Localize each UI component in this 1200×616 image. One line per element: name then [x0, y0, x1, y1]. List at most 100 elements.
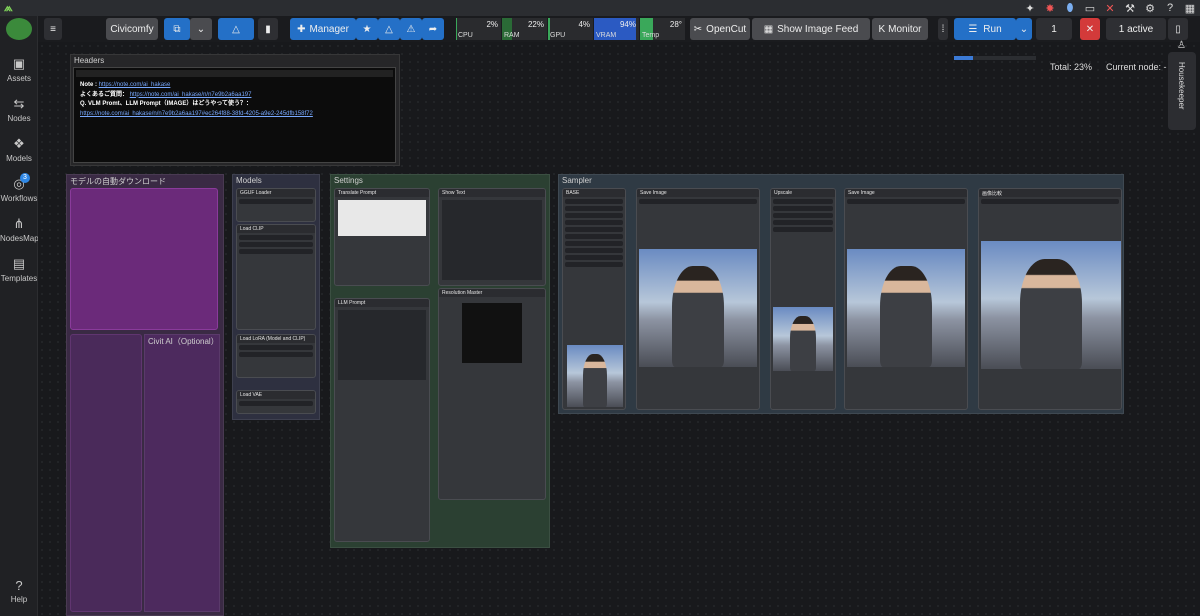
- queue-count-value: 1: [1051, 23, 1057, 35]
- base-preview-image: [567, 345, 623, 407]
- alert-icon[interactable]: ⚠: [400, 18, 422, 40]
- image-feed-icon: ▦: [763, 23, 774, 35]
- save-image-node-2[interactable]: Save Image: [844, 188, 968, 410]
- vram-label: VRAM: [596, 32, 617, 39]
- monitor-label: Monitor: [888, 23, 922, 35]
- opencut-button[interactable]: ✂ OpenCut: [690, 18, 750, 40]
- upscale-preview-image: [773, 307, 833, 371]
- group-civit-ai[interactable]: Civit AI（Optional）: [144, 334, 220, 612]
- star-icon[interactable]: ✸: [1044, 2, 1056, 15]
- queue-count-input[interactable]: 1: [1036, 18, 1072, 40]
- llm-prompt-node[interactable]: LLM Prompt: [334, 298, 430, 542]
- upscale-node[interactable]: Upscale: [770, 188, 836, 410]
- share-icon[interactable]: ➦: [422, 18, 444, 40]
- total-progress-text: Total: 23%: [1050, 62, 1093, 72]
- node-title: Upscale: [771, 189, 835, 197]
- app-logo-icon: ⩕: [4, 2, 13, 14]
- help-icon[interactable]: ?: [1164, 2, 1176, 15]
- help-circle-icon: ?: [15, 578, 23, 593]
- monitor-button[interactable]: K Monitor: [872, 18, 928, 40]
- vram-meter: 94% VRAM: [594, 18, 639, 40]
- sidebar-item-nodesmap[interactable]: ⋔ NodesMap: [0, 216, 39, 243]
- sidebar-item-models[interactable]: ❖ Models: [0, 136, 38, 163]
- cancel-run-button[interactable]: ✕: [1080, 18, 1100, 40]
- show-text-node[interactable]: Show Text: [438, 188, 546, 286]
- note-line: Note : https://note.com/ai_hakase: [80, 81, 389, 91]
- sparkle-icon[interactable]: ✦: [1024, 2, 1036, 15]
- load-clip-node[interactable]: Load CLIP: [236, 224, 316, 330]
- show-image-feed-button[interactable]: ▦ Show Image Feed: [752, 18, 870, 40]
- question-link[interactable]: https://note.com/ai_hakase/n/n7e9b2a6aa1…: [80, 111, 313, 117]
- question-label: Q. VLM Promt、LLM Prompt（IMAGE）はどうやって使う？：: [80, 101, 253, 108]
- translate-prompt-node[interactable]: Translate Prompt: [334, 188, 430, 286]
- comfy-logo-icon[interactable]: △: [218, 18, 254, 40]
- pyramid-icon[interactable]: △: [378, 18, 400, 40]
- map-icon: ⋔: [13, 216, 25, 231]
- wrench-icon[interactable]: ⚒: [1124, 2, 1136, 15]
- toolbar: ≡ Civicomfy ⧉ ⌄ △ ▮ ✚ Manager ★ △ ⚠ ➦ 2%…: [38, 16, 1200, 42]
- sidebar-item-help[interactable]: ? Help: [0, 578, 38, 604]
- resolution-canvas[interactable]: [462, 303, 522, 363]
- sidebar-item-label: NodesMap: [0, 234, 39, 243]
- sidebar-item-label: Nodes: [7, 114, 31, 123]
- cpu-label: CPU: [458, 32, 473, 39]
- gguf-loader-node[interactable]: GGUF Loader: [236, 188, 316, 222]
- queue-icon[interactable]: ⧉: [164, 18, 190, 40]
- node-title: Save Image: [637, 189, 759, 197]
- menu-icon[interactable]: ≡: [44, 18, 62, 40]
- drag-handle-icon[interactable]: ⁞: [938, 18, 948, 40]
- monitor-k-icon: K: [878, 23, 886, 35]
- workflow-count-badge: 3: [20, 173, 30, 183]
- readme-note-node[interactable]: [70, 188, 218, 330]
- layout-icon[interactable]: ▦: [1184, 2, 1196, 15]
- sidebar-item-templates[interactable]: ▤ Templates: [0, 256, 38, 283]
- llm-prompt-text[interactable]: [338, 310, 426, 380]
- node-title: 画像比較: [979, 189, 1121, 197]
- save-image-node-1[interactable]: Save Image: [636, 188, 760, 410]
- manager-label: Manager: [309, 23, 349, 35]
- run-button[interactable]: ☰ Run: [954, 18, 1016, 40]
- node-title: BASE: [563, 189, 625, 197]
- avatar[interactable]: [6, 18, 32, 40]
- base-sampler-node[interactable]: BASE: [562, 188, 626, 410]
- current-node-text: Current node: -: [1106, 62, 1167, 72]
- active-queue-button[interactable]: 1 active: [1106, 18, 1166, 40]
- group-title: Civit AI（Optional）: [148, 337, 219, 346]
- pill-icon[interactable]: ⬮: [1064, 2, 1076, 15]
- node-title: Load LoRA (Model and CLIP): [237, 335, 315, 343]
- load-vae-node[interactable]: Load VAE: [236, 390, 316, 414]
- resolution-master-node[interactable]: Resolution Master: [438, 288, 546, 500]
- image-compare-node[interactable]: 画像比較: [978, 188, 1122, 410]
- panel-toggle-icon[interactable]: ▯: [1168, 18, 1188, 40]
- prompt-text-area[interactable]: [338, 200, 426, 236]
- chevron-down-icon[interactable]: ⌄: [190, 18, 212, 40]
- close-icon[interactable]: ✕: [1104, 2, 1116, 15]
- star-button-icon[interactable]: ★: [356, 18, 378, 40]
- gear-icon[interactable]: ⚙: [1144, 2, 1156, 15]
- group-title: Sampler: [562, 176, 592, 185]
- notes-panel: Note : https://note.com/ai_hakase よくあるご質…: [73, 67, 396, 163]
- monitor-icon[interactable]: ▭: [1084, 2, 1096, 15]
- cube-icon: ❖: [13, 136, 25, 151]
- cpu-value: 2%: [486, 20, 498, 29]
- note-link[interactable]: https://note.com/ai_hakase: [99, 82, 171, 88]
- show-image-feed-label: Show Image Feed: [777, 23, 859, 35]
- housekeeper-panel[interactable]: ♙ Housekeeper: [1168, 40, 1196, 130]
- bookmark-icon[interactable]: ▮: [258, 18, 278, 40]
- temp-label: Temp: [642, 32, 660, 39]
- template-icon: ▤: [12, 256, 26, 271]
- sidebar-item-assets[interactable]: ▣ Assets: [0, 56, 38, 83]
- download-list-node[interactable]: [70, 334, 142, 612]
- manager-button[interactable]: ✚ Manager: [290, 18, 356, 40]
- civicomfy-button[interactable]: Civicomfy: [106, 18, 158, 40]
- sidebar-item-label: Workflows: [0, 194, 38, 203]
- run-options-chevron-icon[interactable]: ⌄: [1016, 18, 1032, 40]
- sidebar-item-workflows[interactable]: ◎ 3 Workflows: [0, 173, 38, 203]
- node-title: Resolution Master: [439, 289, 545, 297]
- node-title: Show Text: [439, 189, 545, 197]
- puzzle-icon: ✚: [297, 23, 306, 35]
- opencut-label: OpenCut: [706, 23, 747, 35]
- load-lora-node[interactable]: Load LoRA (Model and CLIP): [236, 334, 316, 378]
- faq-link[interactable]: https://note.com/ai_hakase/n/n7e9b2a6aa1…: [130, 92, 252, 98]
- sidebar-item-nodes[interactable]: ⇆ Nodes: [0, 96, 38, 123]
